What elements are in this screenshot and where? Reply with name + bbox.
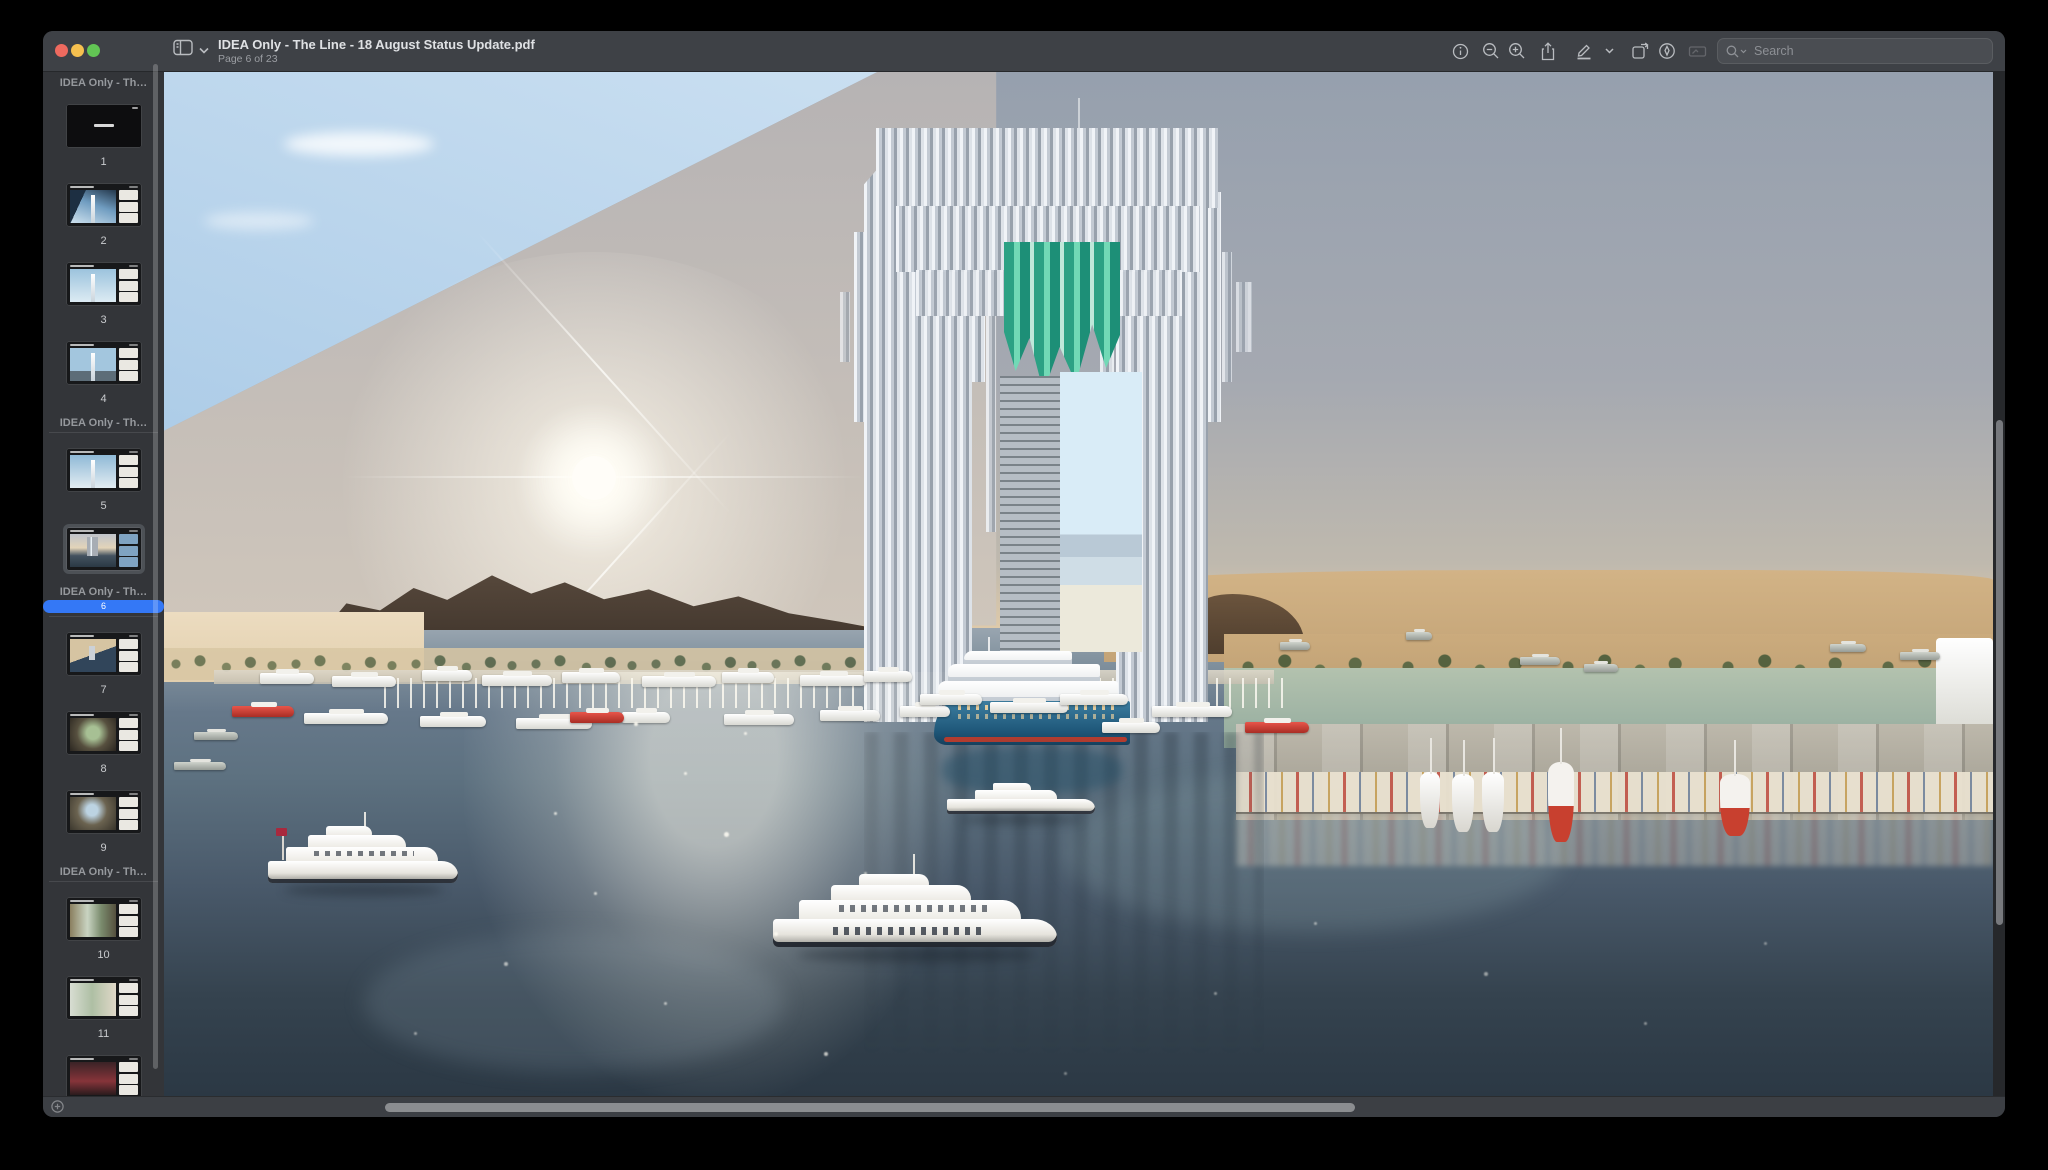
sparkle bbox=[744, 732, 747, 735]
sparkle bbox=[1764, 942, 1767, 945]
sparkle bbox=[1644, 1022, 1647, 1025]
sparkle bbox=[554, 812, 557, 815]
page-indicator: Page 6 of 23 bbox=[218, 53, 278, 65]
zoom-out-button[interactable] bbox=[1478, 39, 1504, 63]
page-thumbnail[interactable] bbox=[67, 1056, 141, 1097]
sparkle bbox=[724, 832, 729, 837]
preview-window: IDEA Only - The Line - 18 August Status … bbox=[43, 31, 2005, 1117]
sidebar-panel-icon bbox=[173, 39, 193, 61]
thumbnail-page-11[interactable]: 11 bbox=[43, 973, 164, 1040]
page-thumbnail[interactable] bbox=[67, 528, 141, 570]
sparkle bbox=[824, 1052, 828, 1056]
sparkle bbox=[774, 932, 778, 936]
sidebar-divider bbox=[49, 881, 158, 882]
page-number: 8 bbox=[100, 763, 106, 775]
page-thumbnail[interactable] bbox=[67, 184, 141, 226]
sidebar-toggle-button[interactable] bbox=[173, 39, 209, 61]
page-thumbnail[interactable] bbox=[67, 633, 141, 675]
rotate-button[interactable] bbox=[1627, 39, 1653, 63]
document-label: IDEA Only - Th… bbox=[49, 866, 158, 878]
sparkle bbox=[1314, 922, 1317, 925]
thumbnail-page-12[interactable]: 12 bbox=[43, 1052, 164, 1097]
page-thumbnail[interactable] bbox=[67, 449, 141, 491]
thumbnail-page-7[interactable]: 7 bbox=[43, 629, 164, 696]
screen: IDEA Only - The Line - 18 August Status … bbox=[0, 0, 2048, 1170]
page-thumbnail[interactable] bbox=[67, 105, 141, 147]
page-number: 3 bbox=[100, 314, 106, 326]
page-number: 10 bbox=[97, 949, 109, 961]
sparkle bbox=[1484, 972, 1488, 976]
thumbnail-page-9[interactable]: 9 bbox=[43, 787, 164, 854]
chevron-down-icon bbox=[199, 41, 209, 59]
sparkle bbox=[594, 892, 597, 895]
page-thumbnail[interactable] bbox=[67, 712, 141, 754]
page-number: 4 bbox=[100, 393, 106, 405]
sidebar-divider bbox=[49, 432, 158, 433]
zoom-thumbnails-icon[interactable] bbox=[51, 1100, 64, 1117]
horizontal-scrollbar-thumb[interactable] bbox=[385, 1103, 1355, 1112]
vertical-scrollbar-track[interactable] bbox=[1993, 72, 2005, 1097]
thumbnail-page-2[interactable]: 2 bbox=[43, 180, 164, 247]
thumbnail-sidebar: IDEA Only - Th…1234IDEA Only - Th…5IDEA … bbox=[43, 72, 164, 1097]
form-fill-button-disabled bbox=[1684, 39, 1710, 63]
pdf-view bbox=[164, 72, 1993, 1097]
sidebar-scrollbar[interactable] bbox=[153, 64, 158, 1069]
pdf-page bbox=[164, 72, 1993, 1097]
window-bottom-bar bbox=[43, 1096, 2005, 1117]
page-thumbnail[interactable] bbox=[67, 791, 141, 833]
zoom-button[interactable] bbox=[87, 44, 100, 57]
highlight-menu-chevron[interactable] bbox=[1601, 39, 1617, 63]
markup-pen-button[interactable] bbox=[1654, 39, 1680, 63]
page-number: 9 bbox=[100, 842, 106, 854]
page-number: 11 bbox=[98, 1028, 109, 1040]
document-label: IDEA Only - Th… bbox=[49, 417, 158, 429]
close-button[interactable] bbox=[55, 44, 68, 57]
thumbnail-page-3[interactable]: 3 bbox=[43, 259, 164, 326]
document-label: IDEA Only - Th… bbox=[49, 77, 158, 89]
sparkle bbox=[1064, 1072, 1067, 1075]
thumbnail-page-1[interactable]: 1 bbox=[43, 101, 164, 168]
sparkle bbox=[1214, 992, 1217, 995]
info-button[interactable] bbox=[1447, 39, 1473, 63]
sparkle bbox=[414, 1032, 417, 1035]
document-label: IDEA Only - Th… bbox=[49, 586, 158, 598]
sparkle bbox=[864, 872, 867, 875]
search-input[interactable] bbox=[1752, 43, 1984, 59]
page-thumbnail[interactable] bbox=[67, 342, 141, 384]
minimize-button[interactable] bbox=[71, 44, 84, 57]
titlebar: IDEA Only - The Line - 18 August Status … bbox=[43, 31, 2005, 72]
share-button[interactable] bbox=[1535, 39, 1561, 63]
sparkle bbox=[664, 1002, 667, 1005]
selected-page-number-pill: 6 bbox=[43, 600, 164, 613]
page-number: 2 bbox=[100, 235, 106, 247]
thumbnail-page-4[interactable]: 4 bbox=[43, 338, 164, 405]
page-thumbnail[interactable] bbox=[67, 898, 141, 940]
thumbnail-page-5[interactable]: 5 bbox=[43, 445, 164, 512]
search-icon bbox=[1726, 45, 1747, 58]
thumbnail-page-6[interactable] bbox=[43, 524, 164, 574]
vertical-scrollbar-thumb[interactable] bbox=[1996, 420, 2003, 925]
sparkle bbox=[504, 962, 508, 966]
water-sparkles bbox=[164, 72, 1993, 1097]
sparkle bbox=[634, 722, 638, 726]
thumbnail-page-8[interactable]: 8 bbox=[43, 708, 164, 775]
highlight-button[interactable] bbox=[1571, 39, 1597, 63]
sparkle bbox=[684, 772, 687, 775]
sidebar-divider bbox=[49, 616, 158, 617]
page-number: 7 bbox=[100, 684, 106, 696]
search-field[interactable] bbox=[1717, 38, 1993, 64]
page-thumbnail[interactable] bbox=[67, 263, 141, 305]
thumbnail-list: IDEA Only - Th…1234IDEA Only - Th…5IDEA … bbox=[43, 77, 164, 1097]
window-title: IDEA Only - The Line - 18 August Status … bbox=[218, 37, 535, 52]
page-number: 1 bbox=[100, 156, 106, 168]
zoom-in-button[interactable] bbox=[1504, 39, 1530, 63]
page-number: 5 bbox=[100, 500, 106, 512]
thumbnail-page-10[interactable]: 10 bbox=[43, 894, 164, 961]
page-thumbnail[interactable] bbox=[67, 977, 141, 1019]
